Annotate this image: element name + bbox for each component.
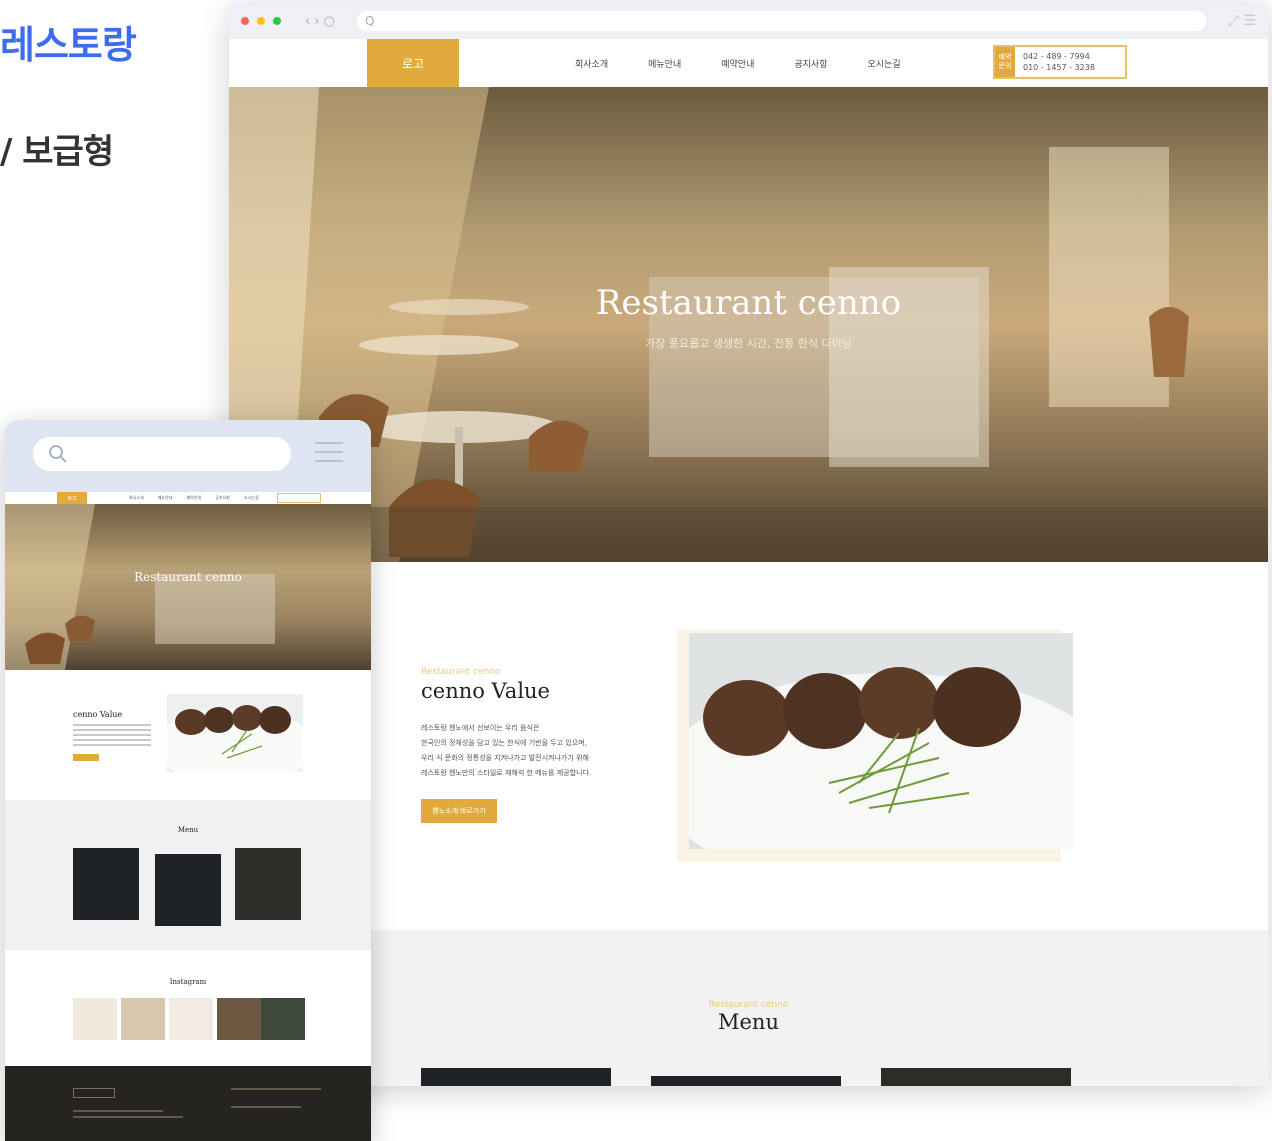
promo-subtitle: / 보급형 [0, 132, 114, 172]
menu-card-3[interactable] [881, 1068, 1071, 1086]
instagram-photo[interactable] [169, 998, 213, 1040]
mobile-footer [5, 1066, 371, 1141]
mobile-about-button[interactable] [73, 754, 99, 761]
hamburger-icon[interactable] [315, 442, 343, 469]
value-title: cenno Value [421, 679, 550, 703]
food-image [167, 705, 303, 772]
reservation-phone-box: 예약 문의 042 - 489 - 7994 010 - 1457 - 3238 [993, 45, 1127, 79]
value-line-1: 레스토랑 첸노에서 선보이는 우리 음식은 [421, 724, 540, 732]
hero-title: Restaurant cenno [595, 283, 902, 323]
mobile-menu-item[interactable]: 회사소개 [129, 495, 144, 501]
phone-number-2: 010 - 1457 - 3238 [1023, 63, 1095, 72]
hero-subtitle: 가장 풍요롭고 생생한 시간, 전통 한식 다이닝 [645, 337, 852, 350]
menu-icon[interactable]: ⤢ ☰ [1228, 13, 1256, 29]
mobile-hero-image [5, 504, 275, 670]
value-line-2: 한국인의 정체성을 담고 있는 한식에 기반을 두고 있으며, [421, 739, 587, 747]
desktop-browser-mockup: ‹ › ○ Q ⤢ ☰ 로고 회사소개 메뉴안내 예약안내 공지사항 오시는길 … [229, 3, 1268, 1086]
menu-card-2[interactable] [651, 1076, 841, 1086]
main-menu: 회사소개 메뉴안내 예약안내 공지사항 오시는길 [575, 57, 901, 70]
footer-text-line [231, 1088, 321, 1090]
phone-numbers: 042 - 489 - 7994 010 - 1457 - 3238 [1015, 47, 1095, 77]
footer-text-line [73, 1110, 163, 1112]
mobile-topbar [5, 420, 371, 492]
mobile-menu-item[interactable]: 예약안내 [186, 495, 201, 501]
mobile-phone-box [277, 493, 321, 503]
maximize-dot-icon[interactable] [273, 17, 281, 25]
hero-banner: Restaurant cenno 가장 풍요롭고 생생한 시간, 전통 한식 다… [229, 87, 1268, 562]
mobile-mockup: 로고 회사소개 메뉴안내 예약안내 공지사항 오시는길 Restaurant c… [5, 420, 371, 1141]
site-logo[interactable]: 로고 [367, 39, 459, 87]
menu-title: Menu [718, 1010, 779, 1034]
mobile-logo[interactable]: 로고 [57, 492, 87, 504]
browser-toolbar: ‹ › ○ Q ⤢ ☰ [229, 3, 1268, 39]
mobile-menu-item[interactable]: 공지사항 [215, 495, 230, 501]
close-dot-icon[interactable] [241, 17, 249, 25]
instagram-photo[interactable] [261, 998, 305, 1040]
restaurant-interior-image [229, 87, 1268, 562]
mobile-value-text [73, 724, 151, 749]
mobile-menu-card-2[interactable] [155, 854, 221, 926]
phone-number-1: 042 - 489 - 7994 [1023, 52, 1090, 61]
mobile-search-input[interactable] [33, 437, 291, 471]
mobile-value-title: cenno Value [73, 710, 123, 719]
mobile-menu-section: Menu [5, 800, 371, 950]
footer-button[interactable] [73, 1088, 115, 1098]
menu-item-menu[interactable]: 메뉴안내 [648, 57, 681, 70]
mobile-menu-card-1[interactable] [73, 848, 139, 920]
footer-text-line [73, 1116, 183, 1118]
food-image [689, 633, 1073, 849]
value-line-4: 레스토랑 첸노만의 스타일로 재해석 한 메뉴를 제공합니다. [421, 769, 592, 777]
footer-text-line [231, 1106, 301, 1108]
tteokgalbi-photo [689, 633, 1073, 849]
instagram-photo[interactable] [217, 998, 261, 1040]
menu-kicker: Restaurant cenno [708, 1000, 789, 1010]
menu-item-location[interactable]: 오시는길 [868, 57, 901, 70]
value-line-3: 우리 식 문화의 정통성을 지켜나가고 발전시켜나가기 위해 [421, 754, 589, 762]
value-kicker: Restaurant cenno [421, 667, 501, 677]
mobile-hero-title: Restaurant cenno [134, 570, 242, 584]
promo-title: 레스토랑 [0, 23, 137, 67]
about-button[interactable]: 첸노소개 바로가기 [421, 799, 497, 823]
instagram-photo[interactable] [73, 998, 117, 1040]
menu-item-notice[interactable]: 공지사항 [794, 57, 827, 70]
site-header: 로고 회사소개 메뉴안내 예약안내 공지사항 오시는길 예약 문의 042 - … [229, 39, 1268, 87]
search-icon [49, 445, 67, 463]
menu-item-reservation[interactable]: 예약안내 [721, 57, 754, 70]
mobile-menu-card-3[interactable] [235, 848, 301, 920]
search-icon: Q [365, 14, 375, 28]
mobile-menu-title: Menu [177, 826, 199, 834]
address-bar[interactable]: Q [357, 11, 1206, 31]
mobile-hero: Restaurant cenno [5, 504, 371, 670]
mobile-menu-item[interactable]: 오시는길 [244, 495, 259, 501]
value-description: 레스토랑 첸노에서 선보이는 우리 음식은 한국인의 정체성을 담고 있는 한식… [421, 721, 591, 781]
minimize-dot-icon[interactable] [257, 17, 265, 25]
instagram-photo[interactable] [121, 998, 165, 1040]
mobile-instagram-title: Instagram [169, 978, 207, 986]
mobile-menu-item[interactable]: 메뉴안내 [158, 495, 173, 501]
menu-card-1[interactable] [421, 1068, 611, 1086]
mobile-food-photo [167, 694, 303, 772]
menu-section: Restaurant cenno Menu [229, 930, 1268, 1086]
menu-item-about[interactable]: 회사소개 [575, 57, 608, 70]
browser-nav-icons[interactable]: ‹ › ○ [305, 14, 335, 29]
mobile-menu: 회사소개 메뉴안내 예약안내 공지사항 오시는길 [129, 495, 259, 501]
phone-label: 예약 문의 [995, 47, 1015, 77]
